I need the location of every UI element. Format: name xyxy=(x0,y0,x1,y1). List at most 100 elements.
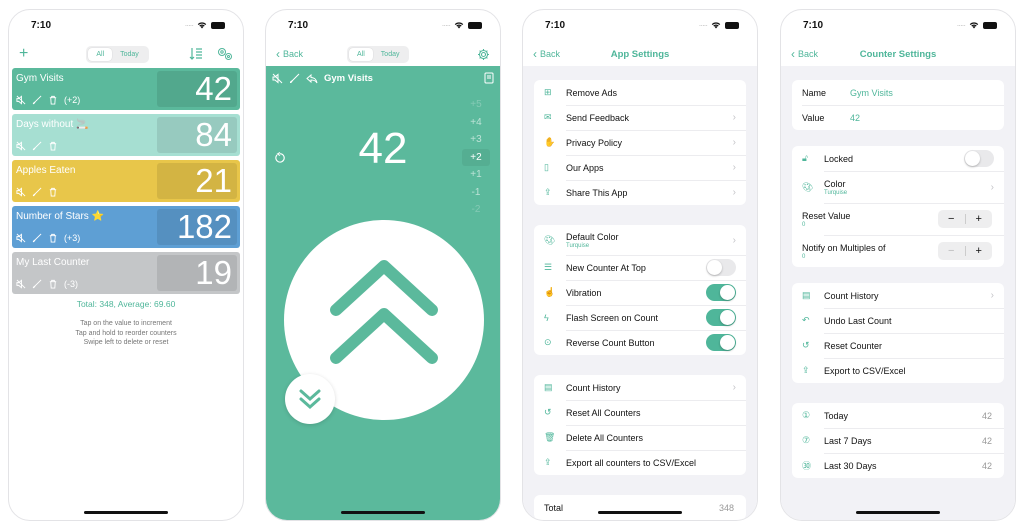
remove-ads-row[interactable]: ⊞ Remove Ads xyxy=(534,80,746,105)
brush-icon[interactable] xyxy=(32,141,42,151)
step-option[interactable]: +5 xyxy=(462,96,490,114)
segment-today[interactable]: Today xyxy=(112,48,147,61)
row-sublabel: Turquise xyxy=(566,242,590,249)
row-label: Default Color xyxy=(566,231,619,242)
counter-name: Gym Visits xyxy=(16,73,64,84)
new-counter-at-top-toggle[interactable] xyxy=(706,259,736,276)
row-label: Send Feedback xyxy=(566,112,630,123)
step-option[interactable]: +2 xyxy=(462,148,490,166)
unlock-icon: 🔓︎ xyxy=(802,153,808,163)
send-feedback-row[interactable]: ✉ Send Feedback › xyxy=(534,105,746,130)
export-row[interactable]: ⇪ Export to CSV/Excel xyxy=(792,358,1004,383)
trash-icon[interactable] xyxy=(48,187,58,197)
step-option[interactable]: +3 xyxy=(462,131,490,149)
undo-icon[interactable] xyxy=(306,73,318,84)
battery-icon xyxy=(468,21,482,29)
privacy-policy-row[interactable]: ✋ Privacy Policy › xyxy=(534,130,746,155)
minus-button[interactable]: − xyxy=(938,245,965,257)
segment-all[interactable]: All xyxy=(349,47,373,61)
count-history-row[interactable]: ▤ Count History › xyxy=(792,283,1004,308)
step-option[interactable]: +4 xyxy=(462,114,490,132)
default-color-row[interactable]: 🎨︎ Default Color Turquise › xyxy=(534,225,746,255)
add-counter-button[interactable]: + xyxy=(19,45,28,63)
count-history-row[interactable]: ▤ Count History › xyxy=(534,375,746,400)
reset-counter-row[interactable]: ↺ Reset Counter xyxy=(792,333,1004,358)
trash-icon[interactable] xyxy=(48,279,58,289)
phone-icon: ▯ xyxy=(544,162,549,172)
brush-icon[interactable] xyxy=(32,279,42,289)
value-row[interactable]: Value 42 xyxy=(792,105,1004,130)
step-picker[interactable]: +5 +4 +3 +2 +1 -1 -2 xyxy=(462,96,490,219)
reset-all-row[interactable]: ↺ Reset All Counters xyxy=(534,400,746,425)
row-label: Export to CSV/Excel xyxy=(824,365,906,376)
segment-all[interactable]: All xyxy=(88,47,113,61)
share-app-row[interactable]: ⇪ Share This App › xyxy=(534,180,746,205)
battery-icon xyxy=(725,21,739,29)
calendar-7-icon: ⑦ xyxy=(802,435,811,445)
data-group: ▤ Count History › ↺ Reset All Counters 🗑︎ De… xyxy=(534,375,746,475)
counter-name: Number of Stars ⭐ xyxy=(16,211,105,222)
vibration-toggle[interactable] xyxy=(706,284,736,301)
status-time: 7:10 xyxy=(288,19,309,31)
counter-value[interactable]: 182 xyxy=(157,209,237,245)
settings-gears-icon[interactable] xyxy=(217,47,233,61)
back-button[interactable]: ‹ Back xyxy=(791,47,818,61)
flash-screen-toggle[interactable] xyxy=(706,309,736,326)
undo-last-count-row[interactable]: ↶ Undo Last Count xyxy=(792,308,1004,333)
plus-button[interactable]: + xyxy=(966,245,993,257)
name-field[interactable]: Gym Visits xyxy=(850,88,893,98)
trash-icon[interactable] xyxy=(48,141,58,151)
row-label: Last 7 Days xyxy=(824,435,872,446)
counter-title: Gym Visits xyxy=(324,72,373,84)
notify-value: 0 xyxy=(802,253,806,260)
sort-icon[interactable] xyxy=(189,47,203,61)
counter-row[interactable]: Number of Stars ⭐ (+3) 182 xyxy=(12,206,240,248)
export-all-row[interactable]: ⇪ Export all counters to CSV/Excel xyxy=(534,450,746,475)
trash-icon[interactable] xyxy=(48,233,58,243)
counter-value[interactable]: 21 xyxy=(157,163,237,199)
reverse-count-toggle[interactable] xyxy=(706,334,736,351)
counter-row[interactable]: Gym Visits (+2) 42 xyxy=(12,68,240,110)
mute-icon[interactable] xyxy=(16,141,26,151)
value-field[interactable]: 42 xyxy=(850,113,860,123)
row-label: Today xyxy=(824,410,849,421)
step-option[interactable]: +1 xyxy=(462,166,490,184)
stat-today-row: ① Today 42 xyxy=(792,403,1004,428)
plus-button[interactable]: + xyxy=(966,213,993,225)
minus-button[interactable]: − xyxy=(938,213,965,225)
counter-value[interactable]: 19 xyxy=(157,255,237,291)
back-button[interactable]: ‹ Back xyxy=(276,47,303,61)
color-row[interactable]: 🎨︎ Color Turquise › xyxy=(792,171,1004,203)
battery-icon xyxy=(983,21,997,29)
brush-icon[interactable] xyxy=(289,73,300,84)
row-label: Notify on Multiples of xyxy=(802,242,886,253)
row-label: Name xyxy=(802,87,827,98)
general-group: ⊞ Remove Ads ✉ Send Feedback › ✋ Privacy Pol… xyxy=(534,80,746,205)
counter-value[interactable]: 84 xyxy=(157,117,237,153)
delete-all-row[interactable]: 🗑︎ Delete All Counters xyxy=(534,425,746,450)
back-button[interactable]: ‹ Back xyxy=(533,47,560,61)
segment-today[interactable]: Today xyxy=(373,48,408,61)
brush-icon[interactable] xyxy=(32,187,42,197)
locked-toggle[interactable] xyxy=(964,150,994,167)
brush-icon[interactable] xyxy=(32,233,42,243)
gear-icon[interactable] xyxy=(477,48,490,61)
step-option[interactable]: -2 xyxy=(462,201,490,219)
counter-row[interactable]: Apples Eaten 21 xyxy=(12,160,240,202)
counter-row[interactable]: My Last Counter (-3) 19 xyxy=(12,252,240,294)
our-apps-row[interactable]: ▯ Our Apps › xyxy=(534,155,746,180)
stat-7days-row: ⑦ Last 7 Days 42 xyxy=(792,428,1004,453)
counter-value[interactable]: 42 xyxy=(157,71,237,107)
mute-icon[interactable] xyxy=(16,279,26,289)
brush-icon[interactable] xyxy=(32,95,42,105)
name-row[interactable]: Name Gym Visits xyxy=(792,80,1004,105)
mute-icon[interactable] xyxy=(272,72,283,84)
mute-icon[interactable] xyxy=(16,233,26,243)
mute-icon[interactable] xyxy=(16,187,26,197)
step-option[interactable]: -1 xyxy=(462,184,490,202)
counter-row[interactable]: Days without 🚬 84 xyxy=(12,114,240,156)
history-book-icon[interactable] xyxy=(484,72,494,84)
mute-icon[interactable] xyxy=(16,95,26,105)
trash-icon[interactable] xyxy=(48,95,58,105)
decrement-button[interactable] xyxy=(285,374,335,424)
